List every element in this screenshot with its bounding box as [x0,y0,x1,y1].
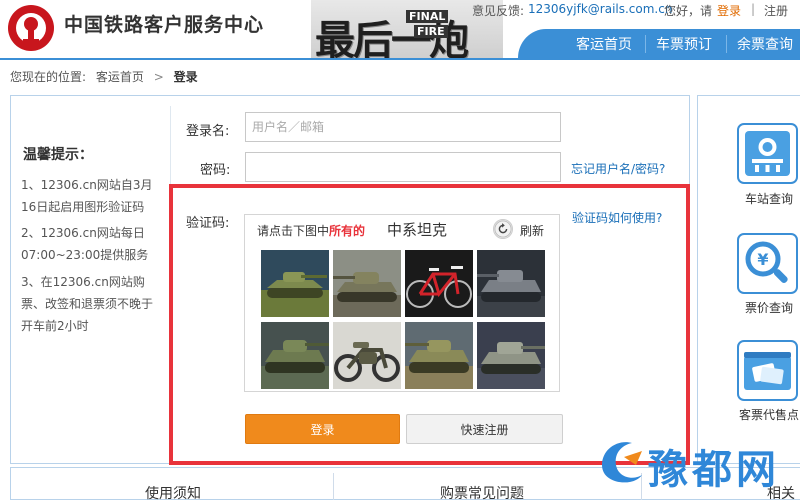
quick-links-sidebar: 车站查询 ¥ 票价查询 客票代售点 [697,95,800,464]
sidebar-item-ticket-agency[interactable]: 客票代售点 [738,406,800,423]
register-link[interactable]: 注册 [764,2,788,19]
nav-divider [726,35,727,53]
site-watermark: 豫都网 [596,435,800,493]
tab-usage-notice[interactable]: 使用须知 [145,483,201,500]
banner-sub-label: FIRE [414,25,448,38]
svg-text:¥: ¥ [757,250,768,269]
tab-divider [333,473,334,500]
fare-query-button[interactable]: ¥ [737,233,798,294]
tab-ticket-faq[interactable]: 购票常见问题 [440,483,524,500]
breadcrumb-arrow: > [153,70,164,84]
station-query-button[interactable] [737,123,798,184]
breadcrumb-prefix: 您现在的位置: [10,70,87,84]
sidebar-item-fare-query[interactable]: 票价查询 [738,299,800,316]
ticket-agency-button[interactable] [737,340,798,401]
banner-sub-label: FINAL [406,10,449,23]
main-nav: 客运首页 车票预订 余票查询 [518,29,800,58]
nav-item-ticket-booking[interactable]: 车票预订 [656,34,712,54]
watermark-logo-icon [602,442,642,483]
password-label: 密码: [200,163,231,178]
nav-divider [645,35,646,53]
nav-item-remaining-tickets[interactable]: 余票查询 [737,34,793,54]
header: 中国铁路客户服务中心 最后一炮 FINAL FIRE 意见反馈: 12306yj… [0,0,800,58]
ticket-agency-icon [744,352,791,390]
site-title: 中国铁路客户服务中心 [64,14,265,36]
header-divider [0,58,800,60]
separator: | [751,2,756,16]
tip-item: 1、12306.cn网站自3月16日起启用图形验证码 [21,178,153,214]
tips-title: 温馨提示： [23,147,93,163]
sidebar-item-station-query[interactable]: 车站查询 [738,190,800,207]
top-links-bar: 意见反馈: 12306yjfk@rails.com.cn 您好，请 登录 | 注… [472,0,800,20]
feedback-email-link[interactable]: 12306yjfk@rails.com.cn [528,2,672,16]
fare-search-icon: ¥ [745,241,788,283]
username-label: 登录名: [186,124,230,139]
breadcrumb: 您现在的位置: 客运首页 > 登录 [10,68,204,85]
username-input[interactable] [245,112,561,142]
login-link[interactable]: 登录 [717,2,741,19]
watermark-text: 豫都网 [648,447,780,493]
password-input[interactable] [245,152,561,182]
station-icon [745,131,790,176]
greeting-text: 您好，请 [664,4,713,18]
highlight-frame [169,184,690,465]
breadcrumb-home-link[interactable]: 客运首页 [96,70,144,84]
tip-item: 2、12306.cn网站每日07:00~23:00提供服务 [21,226,149,262]
railway-logo-icon [8,5,54,51]
feedback-label: 意见反馈: [472,4,525,18]
breadcrumb-current: 登录 [173,70,198,84]
tip-item: 3、在12306.cn网站购票、改签和退票须不晚于开车前2小时 [21,275,154,333]
nav-item-home[interactable]: 客运首页 [576,34,632,54]
forgot-password-link[interactable]: 忘记用户名/密码? [571,160,665,177]
login-panel: 温馨提示： 1、12306.cn网站自3月16日起启用图形验证码 2、12306… [10,95,690,465]
